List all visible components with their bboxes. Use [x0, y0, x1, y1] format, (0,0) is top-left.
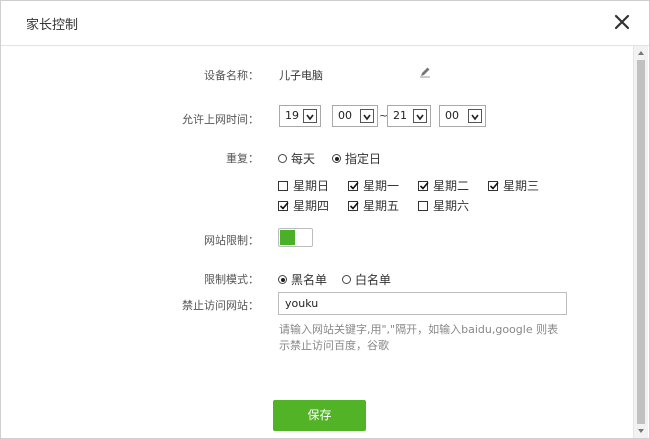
- day-thursday-label: 星期四: [293, 199, 330, 213]
- end-minute-value: 00: [445, 109, 459, 122]
- close-icon[interactable]: [613, 13, 631, 31]
- start-minute-select[interactable]: 00: [332, 105, 378, 127]
- day-friday-label: 星期五: [363, 199, 400, 213]
- whitelist-label: 白名单: [355, 273, 392, 287]
- end-minute-select[interactable]: 00: [439, 105, 486, 127]
- dialog-titlebar: 家长控制: [1, 1, 649, 46]
- radio-on-icon: [332, 154, 341, 163]
- repeat-specified-label: 指定日: [345, 152, 382, 166]
- radio-off-icon: [342, 275, 351, 284]
- vertical-scrollbar[interactable]: [633, 46, 648, 438]
- checkmark-icon: [348, 180, 359, 191]
- toggle-knob: [295, 230, 311, 245]
- blocked-sites-input[interactable]: youku: [278, 292, 567, 315]
- checkmark-icon: [278, 200, 289, 211]
- checkbox-empty-icon: [418, 200, 428, 211]
- device-name-value: 儿子电脑: [279, 69, 323, 82]
- dialog-title: 家长控制: [26, 18, 79, 33]
- repeat-label: 重复：: [226, 152, 259, 165]
- online-time-label: 允许上网时间：: [182, 113, 259, 126]
- day-monday-label: 星期一: [363, 179, 400, 193]
- chevron-down-icon: [303, 109, 317, 123]
- start-hour-value: 19: [285, 109, 299, 122]
- day-monday-checkbox[interactable]: 星期一: [348, 177, 399, 194]
- toggle-on-indicator: [280, 230, 295, 245]
- site-limit-label: 网站限制：: [204, 234, 259, 247]
- day-tuesday-label: 星期二: [433, 179, 470, 193]
- checkmark-icon: [418, 180, 429, 191]
- blocked-sites-hint: 请输入网站关键字,用","隔开，如输入baidu,google 则表 示禁止访问…: [279, 322, 579, 354]
- limit-mode-label: 限制模式：: [204, 273, 259, 286]
- start-hour-select[interactable]: 19: [279, 105, 321, 127]
- hint-line-2: 示禁止访问百度，谷歌: [279, 339, 389, 352]
- repeat-specified-radio[interactable]: 指定日: [332, 150, 381, 167]
- site-limit-toggle[interactable]: [278, 228, 313, 247]
- end-hour-select[interactable]: 21: [387, 105, 431, 127]
- day-sunday-label: 星期日: [293, 179, 330, 193]
- scroll-up-icon[interactable]: [634, 46, 648, 60]
- chevron-down-icon: [468, 109, 482, 123]
- chevron-down-icon: [360, 109, 374, 123]
- radio-on-icon: [278, 275, 287, 284]
- checkbox-empty-icon: [278, 180, 288, 191]
- parental-control-dialog: 家长控制 设备名称： 儿子电脑 允许上网时间： 19 00 ~ 21 00 重复…: [0, 0, 650, 439]
- whitelist-radio[interactable]: 白名单: [342, 271, 391, 288]
- hint-line-1: 请输入网站关键字,用","隔开，如输入baidu,google 则表: [279, 323, 559, 336]
- blacklist-radio[interactable]: 黑名单: [278, 271, 327, 288]
- blocked-sites-label: 禁止访问网站：: [182, 299, 259, 312]
- scroll-down-icon[interactable]: [634, 424, 648, 438]
- save-button[interactable]: 保存: [273, 400, 366, 431]
- checkmark-icon: [488, 180, 499, 191]
- repeat-everyday-radio[interactable]: 每天: [278, 150, 315, 167]
- end-hour-value: 21: [393, 109, 407, 122]
- day-saturday-label: 星期六: [433, 199, 470, 213]
- checkmark-icon: [348, 200, 359, 211]
- start-minute-value: 00: [338, 109, 352, 122]
- chevron-down-icon: [413, 109, 427, 123]
- day-friday-checkbox[interactable]: 星期五: [348, 197, 399, 214]
- device-name-label: 设备名称：: [204, 69, 259, 82]
- day-tuesday-checkbox[interactable]: 星期二: [418, 177, 469, 194]
- blacklist-label: 黑名单: [291, 273, 328, 287]
- day-sunday-checkbox[interactable]: 星期日: [278, 177, 329, 194]
- day-wednesday-label: 星期三: [503, 179, 540, 193]
- pencil-icon[interactable]: [419, 66, 431, 78]
- day-wednesday-checkbox[interactable]: 星期三: [488, 177, 539, 194]
- day-saturday-checkbox[interactable]: 星期六: [418, 197, 469, 214]
- radio-off-icon: [278, 154, 287, 163]
- scrollbar-thumb[interactable]: [637, 60, 645, 424]
- repeat-everyday-label: 每天: [291, 152, 316, 166]
- day-thursday-checkbox[interactable]: 星期四: [278, 197, 329, 214]
